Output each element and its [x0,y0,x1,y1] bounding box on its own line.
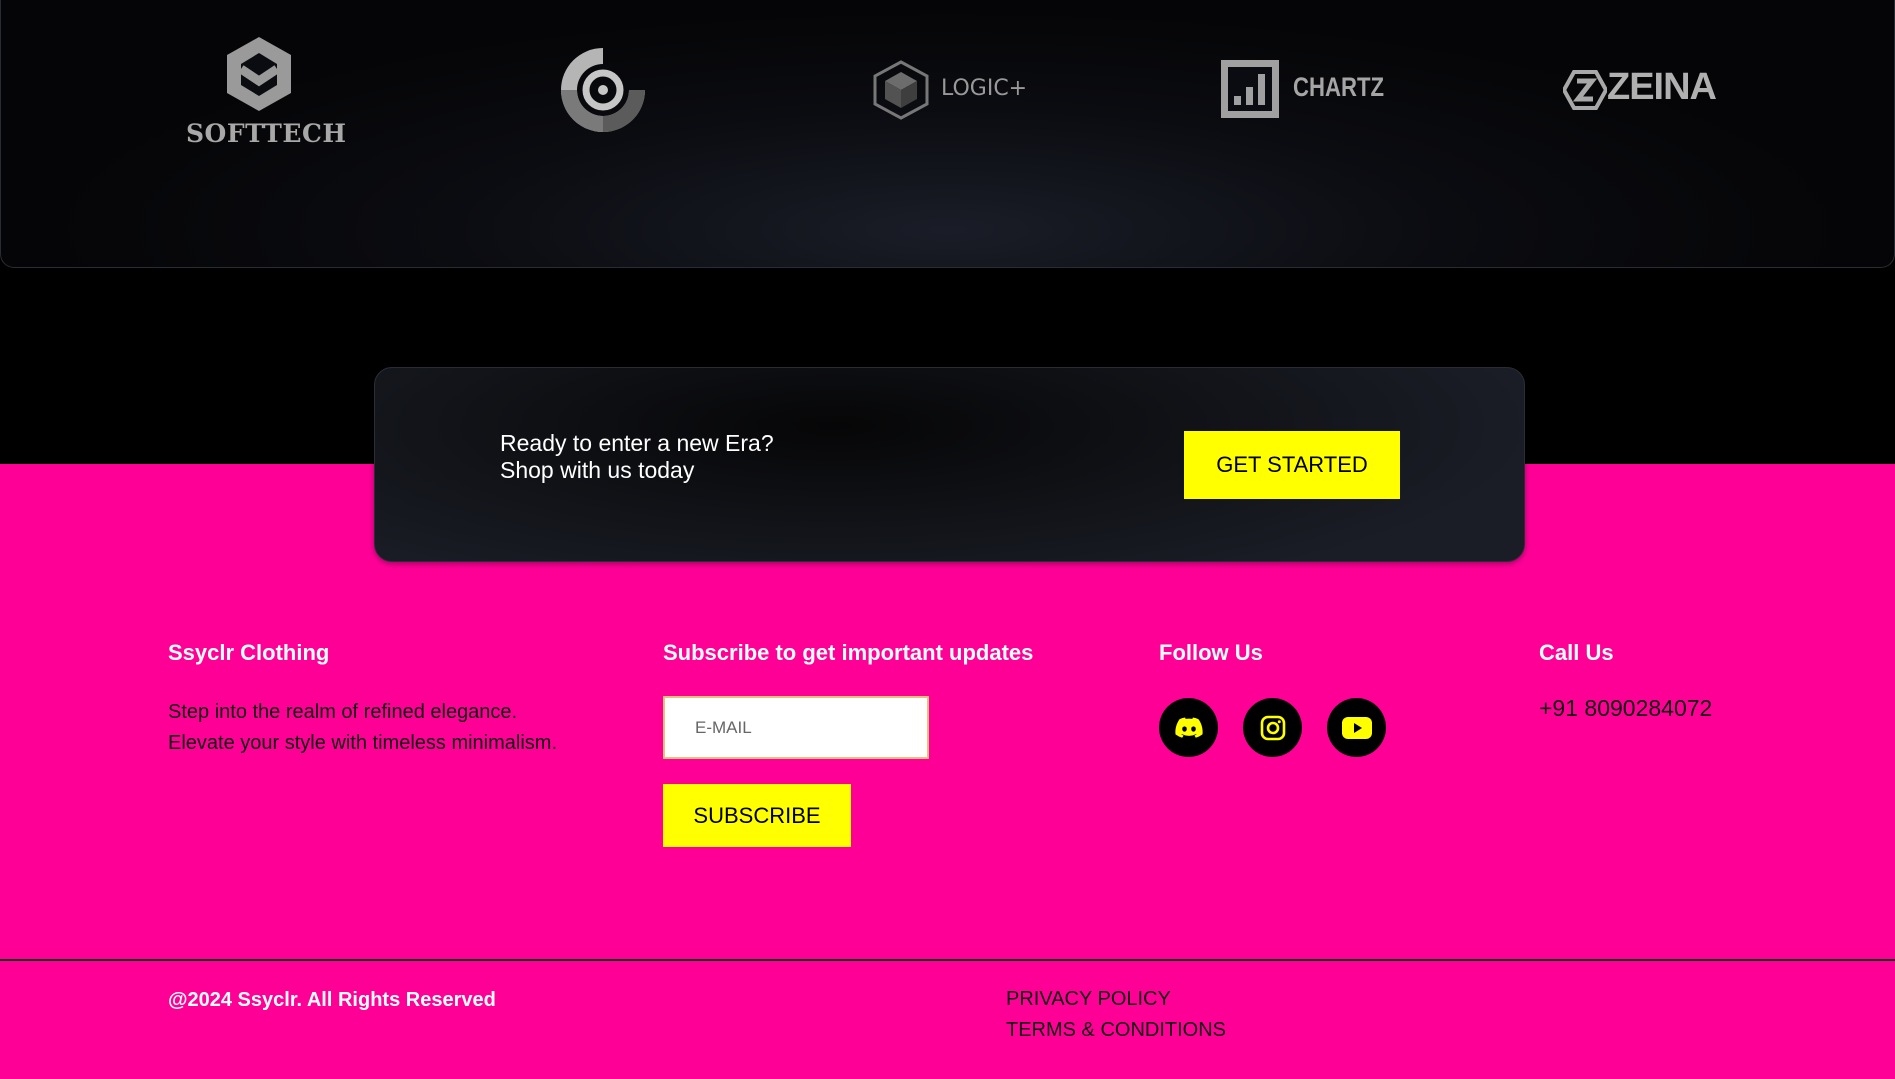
partner-logo-target [557,44,649,136]
partner-name-softtech: SOFTTECH [186,119,347,148]
youtube-link[interactable] [1327,698,1386,757]
subscribe-title: Subscribe to get important updates [663,640,1034,665]
target-ring-icon [561,48,645,132]
partner-logo-softtech: SOFTTECH [186,35,346,150]
partner-name-logic: LOGIC+ [941,76,1028,101]
subscribe-button[interactable]: SUBSCRIBE [663,784,851,847]
youtube-icon [1341,716,1372,739]
discord-link[interactable] [1159,698,1218,757]
privacy-policy-link[interactable]: PRIVACY POLICY [1006,988,1171,1011]
instagram-icon [1260,715,1285,740]
partner-name-chartz: CHARTZ [1293,72,1385,102]
partner-logo-logic: LOGIC+ [871,60,1041,122]
phone-number: +91 8090284072 [1539,695,1713,721]
terms-conditions-link[interactable]: TERMS & CONDITIONS [1006,1019,1226,1042]
follow-title: Follow Us [1159,640,1263,665]
partner-logo-zeina: ZEINA [1563,66,1733,112]
partner-name-zeina: ZEINA [1607,66,1717,108]
bar-chart-square-icon [1221,60,1279,118]
partner-logo-chartz: CHARTZ [1221,60,1385,120]
cta-message: Ready to enter a new Era? Shop with us t… [500,430,774,484]
cta-card: Ready to enter a new Era? Shop with us t… [374,367,1525,562]
call-title: Call Us [1539,640,1614,665]
footer-divider [0,959,1895,961]
cta-line-2: Shop with us today [500,457,695,483]
partner-logo-strip: SOFTTECH LOGIC+ CHARTZ ZEINA [0,0,1895,268]
brand-title: Ssyclr Clothing [168,640,330,665]
copyright-text: @2024 Ssyclr. All Rights Reserved [168,989,496,1011]
cta-line-1: Ready to enter a new Era? [500,430,774,456]
discord-icon [1174,717,1203,738]
hexagon-m-icon [227,37,291,111]
instagram-link[interactable] [1243,698,1302,757]
cube-hexagon-icon [873,60,929,120]
brand-description: Step into the realm of refined elegance.… [168,701,557,754]
email-field[interactable] [663,696,929,759]
z-hexagon-icon [1563,70,1607,110]
get-started-button[interactable]: GET STARTED [1184,431,1400,499]
